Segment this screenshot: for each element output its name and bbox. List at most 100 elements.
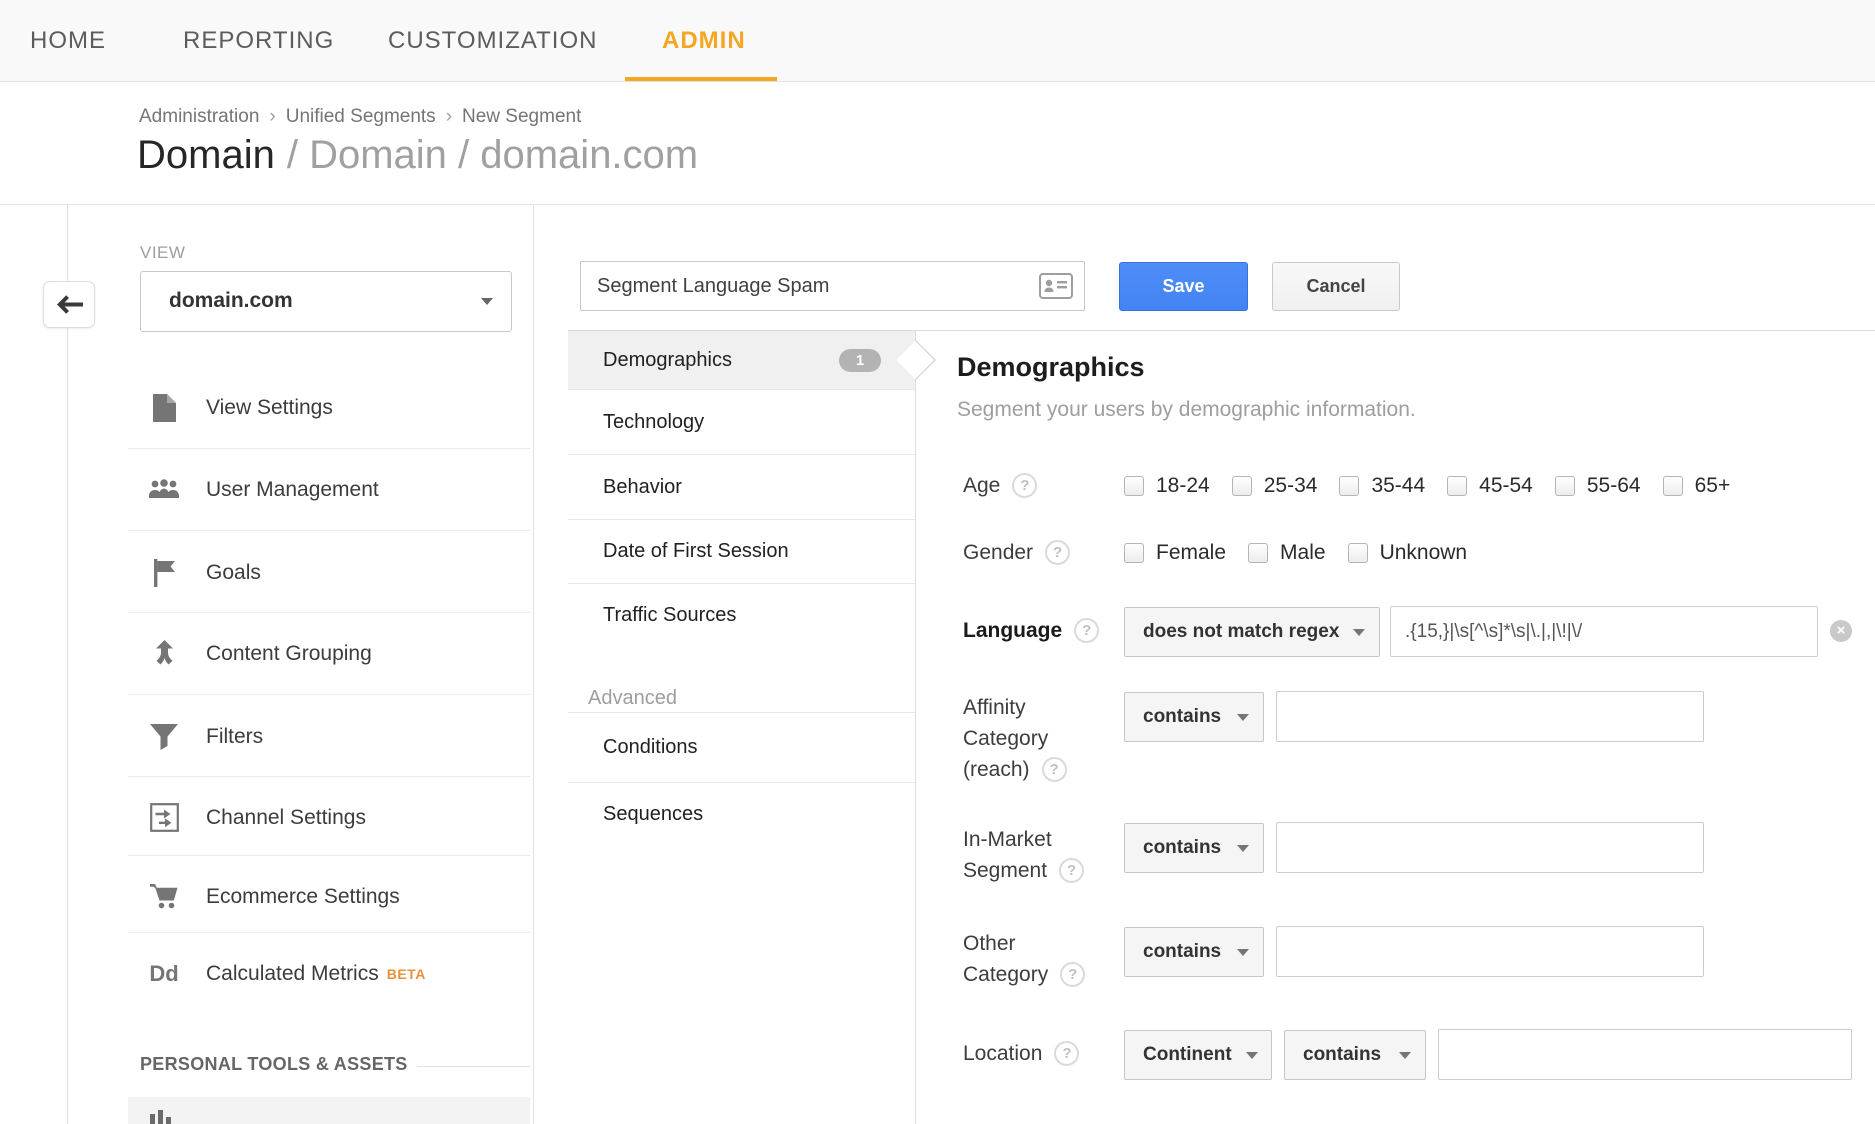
- cart-icon: [148, 884, 180, 909]
- gender-option-female[interactable]: Female: [1124, 541, 1226, 565]
- page-title-account: Domain: [137, 133, 275, 177]
- page-title: Domain/ Domain / domain.com: [137, 133, 698, 178]
- help-icon[interactable]: ?: [1054, 1041, 1079, 1066]
- language-value-input[interactable]: [1390, 606, 1818, 657]
- location-label: Location ?: [963, 1041, 1079, 1066]
- contact-card-icon: [1039, 273, 1073, 299]
- language-operator-dropdown[interactable]: does not match regex: [1124, 607, 1380, 657]
- ga-admin-screen: HOME REPORTING CUSTOMIZATION ADMIN Admin…: [0, 0, 1875, 1124]
- in-market-operator-dropdown[interactable]: contains: [1124, 823, 1264, 873]
- sidebar-item-label: View Settings: [206, 396, 333, 420]
- breadcrumb-unified-segments[interactable]: Unified Segments: [286, 106, 436, 128]
- tab-behavior[interactable]: Behavior: [568, 455, 915, 519]
- sidebar-item-label: User Management: [206, 478, 379, 502]
- gender-option-male[interactable]: Male: [1248, 541, 1326, 565]
- nav-customization[interactable]: CUSTOMIZATION: [388, 0, 597, 81]
- age-option-65plus[interactable]: 65+: [1663, 474, 1731, 498]
- help-icon[interactable]: ?: [1045, 540, 1070, 565]
- checkbox[interactable]: [1232, 476, 1252, 496]
- age-option-25-34[interactable]: 25-34: [1232, 474, 1318, 498]
- checkbox[interactable]: [1339, 476, 1359, 496]
- tab-sequences[interactable]: Sequences: [568, 783, 915, 845]
- in-market-value-input[interactable]: [1276, 822, 1704, 873]
- sidebar-border: [533, 205, 534, 1124]
- caret-down-icon: [1246, 1052, 1258, 1059]
- top-nav: HOME REPORTING CUSTOMIZATION ADMIN: [0, 0, 1875, 82]
- clear-icon[interactable]: ×: [1830, 620, 1852, 642]
- location-operator-dropdown[interactable]: contains: [1284, 1030, 1426, 1080]
- help-icon[interactable]: ?: [1059, 858, 1084, 883]
- divider: [128, 694, 530, 695]
- tab-demographics[interactable]: Demographics 1: [568, 331, 915, 389]
- sidebar-item-filters[interactable]: Filters: [128, 696, 530, 777]
- age-option-45-54[interactable]: 45-54: [1447, 474, 1533, 498]
- users-icon: [148, 479, 180, 500]
- checkbox[interactable]: [1447, 476, 1467, 496]
- sidebar-item-label: Content Grouping: [206, 642, 372, 666]
- caret-down-icon: [1237, 949, 1249, 956]
- nav-reporting[interactable]: REPORTING: [183, 0, 334, 81]
- sidebar-item-calculated-metrics[interactable]: Dd Calculated Metrics BETA: [128, 933, 530, 1014]
- sidebar-item-view-settings[interactable]: View Settings: [128, 367, 530, 448]
- caret-down-icon: [1237, 845, 1249, 852]
- personal-tools-heading: PERSONAL TOOLS & ASSETS: [140, 1054, 408, 1075]
- nav-admin[interactable]: ADMIN: [662, 0, 746, 81]
- other-category-label: Other Category?: [963, 928, 1085, 990]
- back-arrow-icon: [56, 295, 83, 314]
- save-button[interactable]: Save: [1119, 262, 1248, 311]
- checkbox[interactable]: [1124, 476, 1144, 496]
- other-category-operator-dropdown[interactable]: contains: [1124, 927, 1264, 977]
- help-icon[interactable]: ?: [1060, 962, 1085, 987]
- tab-technology[interactable]: Technology: [568, 390, 915, 455]
- age-label: Age ?: [963, 473, 1037, 498]
- tab-list-border: [915, 330, 916, 1124]
- caret-down-icon: [481, 298, 493, 305]
- gender-option-unknown[interactable]: Unknown: [1348, 541, 1468, 565]
- help-icon[interactable]: ?: [1012, 473, 1037, 498]
- sidebar-item-goals[interactable]: Goals: [128, 532, 530, 613]
- breadcrumb-separator: ›: [269, 106, 275, 128]
- beta-badge: BETA: [387, 966, 426, 982]
- affinity-category-label: Affinity Category (reach)?: [963, 692, 1067, 785]
- affinity-operator-dropdown[interactable]: contains: [1124, 692, 1264, 742]
- checkbox[interactable]: [1124, 543, 1144, 563]
- active-tab-underline: [625, 77, 777, 81]
- checkbox[interactable]: [1555, 476, 1575, 496]
- tab-conditions[interactable]: Conditions: [568, 713, 915, 782]
- checkbox[interactable]: [1248, 543, 1268, 563]
- age-option-55-64[interactable]: 55-64: [1555, 474, 1641, 498]
- tab-date-of-first-session[interactable]: Date of First Session: [568, 520, 915, 583]
- checkbox[interactable]: [1348, 543, 1368, 563]
- sidebar-item-label: Channel Settings: [206, 806, 366, 830]
- tab-traffic-sources[interactable]: Traffic Sources: [568, 584, 915, 647]
- help-icon[interactable]: ?: [1042, 757, 1067, 782]
- view-selector[interactable]: domain.com: [140, 271, 512, 332]
- age-option-18-24[interactable]: 18-24: [1124, 474, 1210, 498]
- breadcrumb-administration[interactable]: Administration: [139, 106, 259, 128]
- affinity-value-input[interactable]: [1276, 691, 1704, 742]
- sidebar-item-content-grouping[interactable]: Content Grouping: [128, 613, 530, 694]
- breadcrumb-separator: ›: [446, 106, 452, 128]
- gender-label: Gender ?: [963, 540, 1070, 565]
- back-button[interactable]: [43, 281, 95, 328]
- divider: [417, 1066, 530, 1067]
- age-option-35-44[interactable]: 35-44: [1339, 474, 1425, 498]
- other-category-value-input[interactable]: [1276, 926, 1704, 977]
- location-value-input[interactable]: [1438, 1029, 1852, 1080]
- checkbox[interactable]: [1663, 476, 1683, 496]
- sidebar-item-partial[interactable]: [128, 1097, 530, 1124]
- nav-home[interactable]: HOME: [30, 0, 106, 81]
- segment-name-input[interactable]: [580, 261, 1085, 311]
- funnel-icon: [148, 724, 180, 750]
- breadcrumb: Administration › Unified Segments › New …: [139, 106, 581, 128]
- sidebar-item-label: Calculated Metrics: [206, 962, 379, 986]
- sidebar-item-ecommerce-settings[interactable]: Ecommerce Settings: [128, 856, 530, 937]
- gender-options: Female Male Unknown: [1124, 541, 1467, 565]
- help-icon[interactable]: ?: [1074, 618, 1099, 643]
- location-dimension-dropdown[interactable]: Continent: [1124, 1030, 1272, 1080]
- sidebar-item-channel-settings[interactable]: Channel Settings: [128, 777, 530, 858]
- cancel-button[interactable]: Cancel: [1272, 262, 1400, 311]
- caret-down-icon: [1399, 1052, 1411, 1059]
- sidebar-item-label: Filters: [206, 725, 263, 749]
- sidebar-item-user-management[interactable]: User Management: [128, 449, 530, 530]
